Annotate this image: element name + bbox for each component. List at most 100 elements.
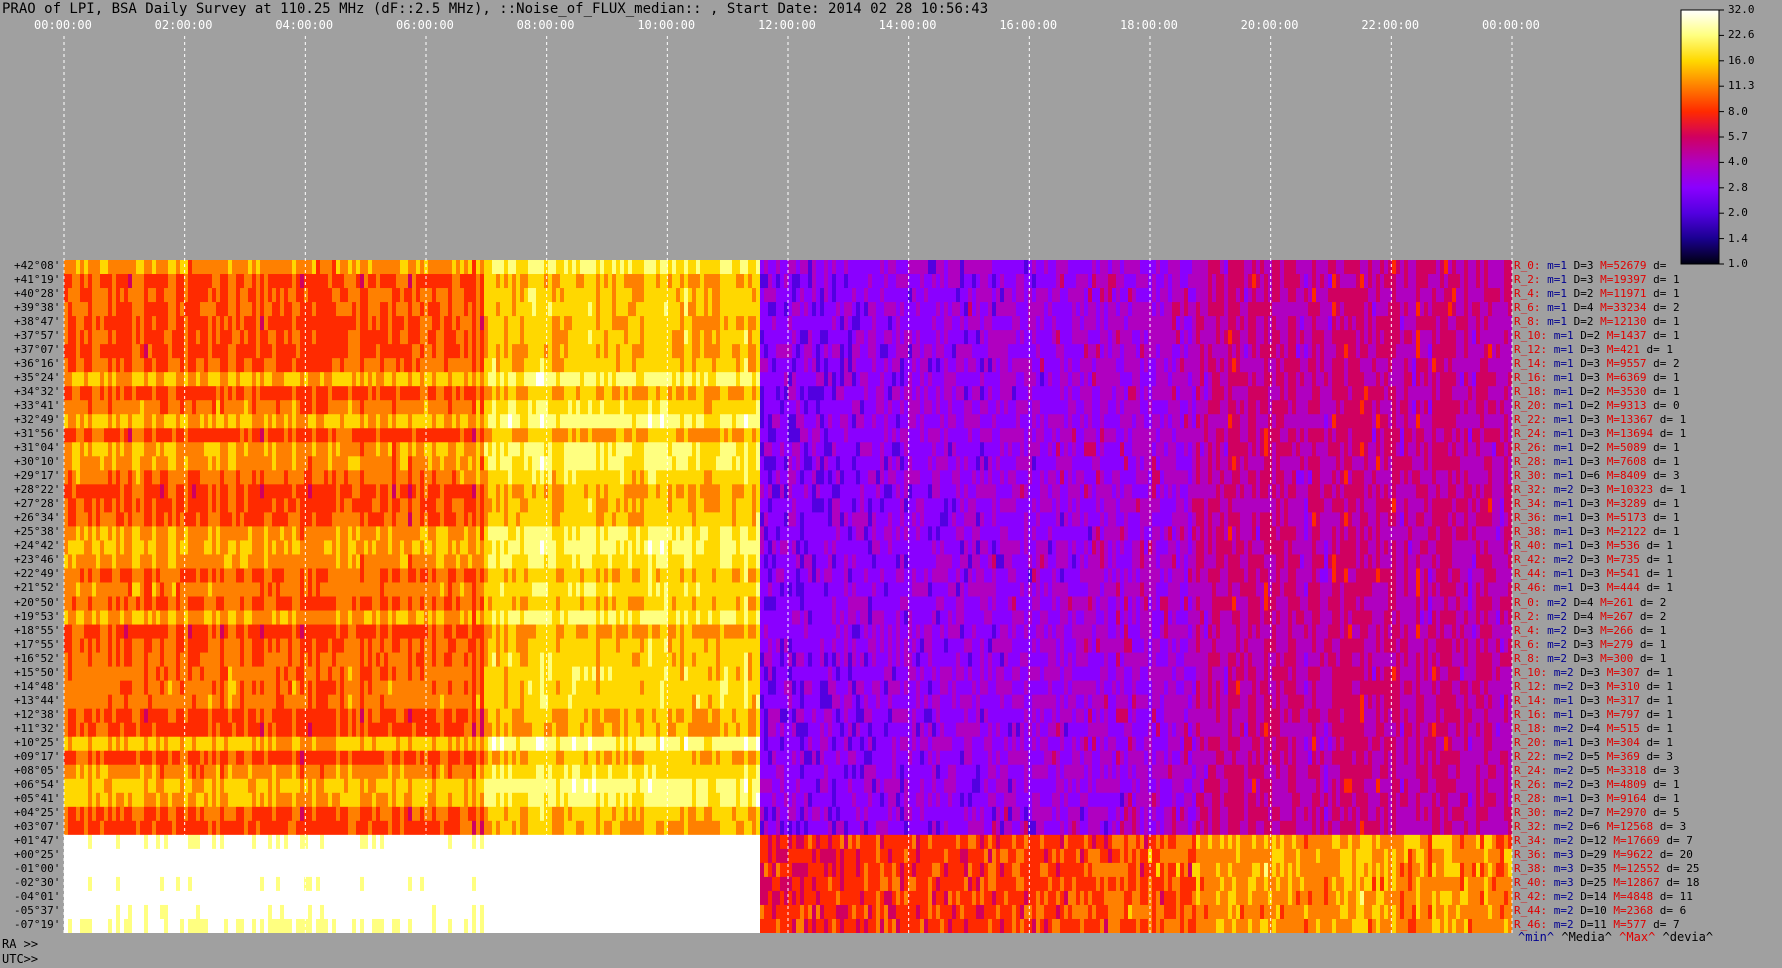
heatmap-cell xyxy=(1368,288,1372,303)
heatmap-cell xyxy=(1116,344,1120,359)
heatmap-cell xyxy=(1432,344,1436,359)
heatmap-cell xyxy=(1212,330,1216,345)
heatmap-cell xyxy=(416,386,420,401)
heatmap-cell xyxy=(1048,344,1052,359)
heatmap-cell xyxy=(1348,372,1352,387)
heatmap-cell xyxy=(784,358,788,373)
heatmap-cell xyxy=(404,442,408,457)
heatmap-cell xyxy=(216,316,220,331)
heatmap-cell xyxy=(1288,358,1292,373)
heatmap-cell xyxy=(200,442,204,457)
heatmap-cell xyxy=(672,386,676,401)
heatmap-cell xyxy=(592,428,596,443)
heatmap-cell xyxy=(1508,414,1512,429)
heatmap-cell xyxy=(272,414,276,429)
heatmap-cell xyxy=(536,316,540,331)
heatmap-cell xyxy=(960,400,964,415)
heatmap-cell xyxy=(760,442,764,457)
heatmap-cell xyxy=(480,386,484,401)
heatmap-cell xyxy=(1508,428,1512,443)
heatmap-cell xyxy=(1408,372,1412,387)
heatmap-cell xyxy=(692,330,696,345)
heatmap-cell xyxy=(1132,414,1136,429)
heatmap-cell xyxy=(80,316,84,331)
heatmap-cell xyxy=(1156,386,1160,401)
heatmap-cell xyxy=(1204,442,1208,457)
heatmap-cell xyxy=(776,372,780,387)
heatmap-cell xyxy=(352,316,356,331)
heatmap-cell xyxy=(1088,372,1092,387)
heatmap-cell xyxy=(400,358,404,373)
heatmap-cell xyxy=(536,344,540,359)
heatmap-cell xyxy=(156,316,160,331)
heatmap-cell xyxy=(708,288,712,303)
heatmap-cell xyxy=(128,344,132,359)
heatmap-cell xyxy=(800,344,804,359)
heatmap-cell xyxy=(912,428,916,443)
heatmap-cell xyxy=(624,274,628,289)
heatmap-cell xyxy=(296,316,300,331)
heatmap-cell xyxy=(680,358,684,373)
heatmap-cell xyxy=(652,372,656,387)
heatmap-cell xyxy=(524,344,528,359)
heatmap-cell xyxy=(924,442,928,457)
heatmap-cell xyxy=(680,372,684,387)
heatmap-cell xyxy=(216,428,220,443)
heatmap-cell xyxy=(328,414,332,429)
heatmap-cell xyxy=(856,386,860,401)
heatmap-cell xyxy=(1316,316,1320,331)
heatmap-cell xyxy=(1260,358,1264,373)
heatmap-cell xyxy=(532,400,536,415)
heatmap-cell xyxy=(1284,288,1288,303)
heatmap-cell xyxy=(544,372,548,387)
heatmap-cell xyxy=(948,330,952,345)
heatmap-cell xyxy=(384,274,388,289)
heatmap-cell xyxy=(600,260,604,275)
heatmap-cell xyxy=(92,330,96,345)
heatmap-cell xyxy=(92,260,96,275)
heatmap-cell xyxy=(1104,260,1108,275)
heatmap-cell xyxy=(880,400,884,415)
heatmap-cell xyxy=(1444,414,1448,429)
heatmap-cell xyxy=(268,414,272,429)
heatmap-cell xyxy=(332,288,336,303)
heatmap-cell xyxy=(1140,274,1144,289)
heatmap-cell xyxy=(828,400,832,415)
heatmap-cell xyxy=(152,400,156,415)
heatmap-cell xyxy=(1440,316,1444,331)
heatmap-cell xyxy=(608,288,612,303)
heatmap-cell xyxy=(1184,414,1188,429)
heatmap-cell xyxy=(132,386,136,401)
heatmap-cell xyxy=(784,414,788,429)
heatmap-cell xyxy=(700,400,704,415)
heatmap-cell xyxy=(840,316,844,331)
heatmap-cell xyxy=(1392,414,1396,429)
heatmap-cell xyxy=(620,400,624,415)
heatmap-cell xyxy=(1008,428,1012,443)
heatmap-cell xyxy=(600,358,604,373)
heatmap-cell xyxy=(912,260,916,275)
heatmap-cell xyxy=(300,414,304,429)
heatmap-cell xyxy=(924,274,928,289)
heatmap-cell xyxy=(396,414,400,429)
heatmap-cell xyxy=(920,316,924,331)
heatmap-cell xyxy=(760,302,764,317)
heatmap-cell xyxy=(172,386,176,401)
heatmap-cell xyxy=(472,316,476,331)
heatmap-cell xyxy=(716,414,720,429)
heatmap-cell xyxy=(624,330,628,345)
heatmap-cell xyxy=(68,302,72,317)
heatmap-cell xyxy=(1144,274,1148,289)
heatmap-cell xyxy=(512,358,516,373)
heatmap-cell xyxy=(116,302,120,317)
heatmap-cell xyxy=(492,400,496,415)
heatmap-cell xyxy=(1348,428,1352,443)
heatmap-cell xyxy=(1172,386,1176,401)
heatmap-cell xyxy=(1504,400,1508,415)
heatmap-cell xyxy=(1076,400,1080,415)
heatmap-cell xyxy=(1144,288,1148,303)
heatmap-cell xyxy=(872,316,876,331)
heatmap-cell xyxy=(228,344,232,359)
heatmap-cell xyxy=(1344,288,1348,303)
heatmap-cell xyxy=(144,400,148,415)
